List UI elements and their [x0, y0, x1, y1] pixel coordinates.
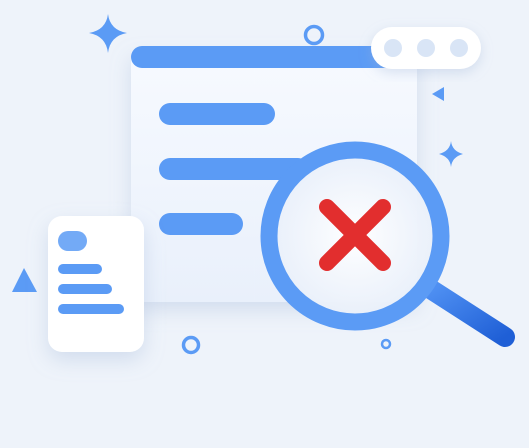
triangle-icon [12, 268, 37, 292]
sparkle-icon [439, 141, 463, 167]
file-line [58, 284, 112, 294]
triangle-icon [432, 87, 444, 101]
text-line [159, 103, 275, 125]
text-line [159, 213, 243, 235]
file-line [58, 304, 124, 314]
magnifier-handle [422, 280, 515, 347]
dot-icon [384, 39, 402, 57]
file-line [58, 264, 102, 274]
dot-icon [417, 39, 435, 57]
file-avatar [58, 231, 87, 251]
sparkle-icon [89, 14, 127, 53]
ring-icon [181, 335, 201, 355]
dot-icon [450, 39, 468, 57]
empty-state-illustration [0, 0, 529, 448]
ring-icon [303, 24, 325, 46]
ring-icon [380, 338, 392, 350]
illustration-canvas [12, 14, 515, 355]
